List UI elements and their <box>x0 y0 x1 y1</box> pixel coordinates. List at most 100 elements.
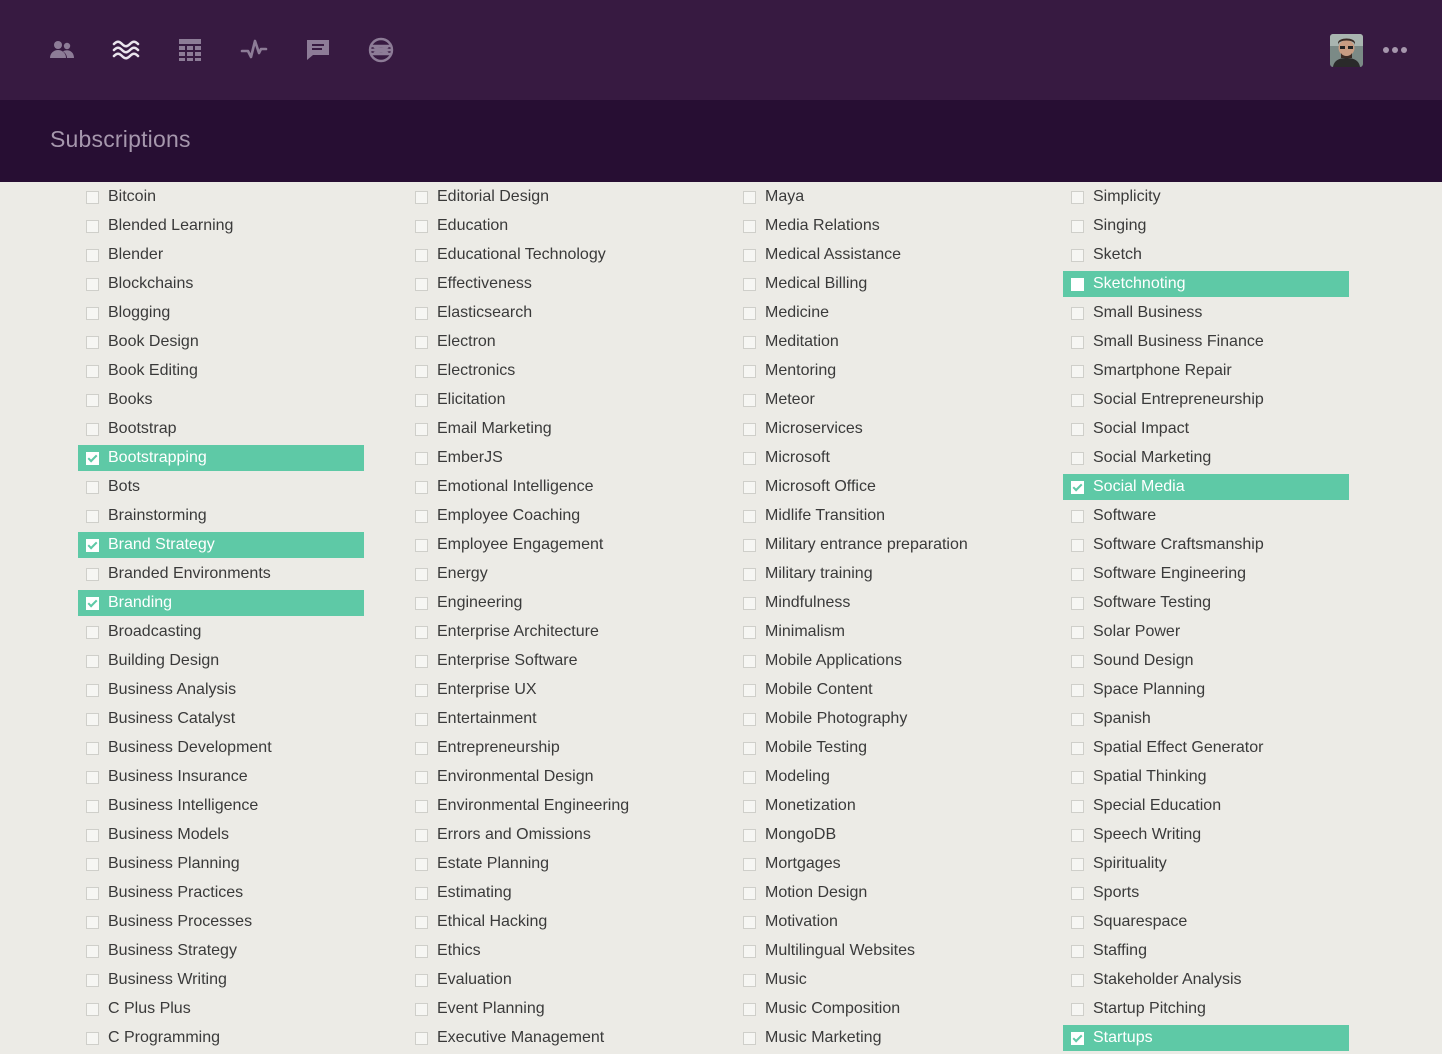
checkbox[interactable] <box>86 306 99 320</box>
checkbox[interactable] <box>415 712 428 726</box>
checkbox[interactable] <box>743 683 756 697</box>
checkbox[interactable] <box>415 654 428 668</box>
subscription-item[interactable]: Building Design <box>78 648 364 674</box>
subscription-item[interactable]: Business Intelligence <box>78 793 364 819</box>
checkbox[interactable] <box>415 683 428 697</box>
checkbox[interactable] <box>86 828 99 842</box>
checkbox[interactable] <box>743 596 756 610</box>
checkbox[interactable] <box>743 828 756 842</box>
subscription-item[interactable]: Space Planning <box>1063 677 1349 703</box>
subscription-item[interactable]: Entrepreneurship <box>407 735 693 761</box>
subscription-item[interactable]: MongoDB <box>735 822 1021 848</box>
checkbox[interactable] <box>415 335 428 349</box>
checkbox[interactable] <box>415 306 428 320</box>
checkbox[interactable] <box>415 248 428 262</box>
subscription-item[interactable]: Mobile Applications <box>735 648 1021 674</box>
subscription-item[interactable]: Sound Design <box>1063 648 1349 674</box>
subscription-item[interactable]: Blended Learning <box>78 213 364 239</box>
subscription-item[interactable]: Social Entrepreneurship <box>1063 387 1349 413</box>
checkbox[interactable] <box>1071 944 1084 958</box>
checkbox[interactable] <box>86 567 99 581</box>
subscription-item[interactable]: Environmental Engineering <box>407 793 693 819</box>
checkbox[interactable] <box>1071 219 1084 233</box>
subscription-item[interactable]: Education <box>407 213 693 239</box>
checkbox[interactable] <box>86 712 99 726</box>
checkbox[interactable] <box>743 886 756 900</box>
subscription-item[interactable]: Entertainment <box>407 706 693 732</box>
checkbox[interactable] <box>86 509 99 523</box>
subscription-item[interactable]: Bitcoin <box>78 184 364 210</box>
subscription-item[interactable]: Bootstrapping <box>78 445 364 471</box>
subscription-item[interactable]: Brainstorming <box>78 503 364 529</box>
checkbox[interactable] <box>415 422 428 436</box>
checkbox[interactable] <box>415 1031 428 1045</box>
checkbox[interactable] <box>743 625 756 639</box>
checkbox[interactable] <box>743 219 756 233</box>
subscription-item[interactable]: Sketchnoting <box>1063 271 1349 297</box>
checked-checkbox[interactable] <box>86 596 99 610</box>
checkbox[interactable] <box>1071 509 1084 523</box>
checkbox[interactable] <box>1071 828 1084 842</box>
checkbox[interactable] <box>86 364 99 378</box>
subscription-item[interactable]: Spatial Thinking <box>1063 764 1349 790</box>
checkbox[interactable] <box>743 654 756 668</box>
checkbox[interactable] <box>1071 625 1084 639</box>
checkbox[interactable] <box>743 480 756 494</box>
waves-icon[interactable] <box>110 34 142 66</box>
subscription-item[interactable]: Spatial Effect Generator <box>1063 735 1349 761</box>
checkbox[interactable] <box>1071 422 1084 436</box>
checkbox[interactable] <box>86 277 99 291</box>
checkbox[interactable] <box>415 886 428 900</box>
checkbox[interactable] <box>86 1002 99 1016</box>
subscription-item[interactable]: Errors and Omissions <box>407 822 693 848</box>
checkbox[interactable] <box>415 190 428 204</box>
checkbox[interactable] <box>743 712 756 726</box>
subscription-item[interactable]: Editorial Design <box>407 184 693 210</box>
checkbox[interactable] <box>1071 857 1084 871</box>
subscription-item[interactable]: Motion Design <box>735 880 1021 906</box>
subscription-item[interactable]: Solar Power <box>1063 619 1349 645</box>
subscription-item[interactable]: Social Media <box>1063 474 1349 500</box>
checkbox[interactable] <box>415 741 428 755</box>
checkbox[interactable] <box>415 944 428 958</box>
checked-checkbox[interactable] <box>1071 1031 1084 1045</box>
subscription-item[interactable]: Maya <box>735 184 1021 210</box>
subscription-item[interactable]: Music Composition <box>735 996 1021 1022</box>
subscription-item[interactable]: Meteor <box>735 387 1021 413</box>
checkbox[interactable] <box>1071 335 1084 349</box>
subscription-item[interactable]: Business Planning <box>78 851 364 877</box>
checkbox[interactable] <box>743 393 756 407</box>
subscription-item[interactable]: Motivation <box>735 909 1021 935</box>
checkbox[interactable] <box>743 451 756 465</box>
subscription-item[interactable]: Stakeholder Analysis <box>1063 967 1349 993</box>
subscription-item[interactable]: Book Design <box>78 329 364 355</box>
checkbox[interactable] <box>86 654 99 668</box>
subscription-item[interactable]: Employee Coaching <box>407 503 693 529</box>
checkbox[interactable] <box>1071 306 1084 320</box>
checkbox[interactable] <box>1071 741 1084 755</box>
checkbox[interactable] <box>1071 190 1084 204</box>
subscription-item[interactable]: Social Impact <box>1063 416 1349 442</box>
checkbox[interactable] <box>86 480 99 494</box>
checkbox[interactable] <box>743 248 756 262</box>
subscription-item[interactable]: Mentoring <box>735 358 1021 384</box>
subscription-item[interactable]: Event Planning <box>407 996 693 1022</box>
checkbox[interactable] <box>743 422 756 436</box>
subscription-item[interactable]: Smartphone Repair <box>1063 358 1349 384</box>
checkbox[interactable] <box>86 1031 99 1045</box>
checkbox[interactable] <box>86 741 99 755</box>
checkbox[interactable] <box>415 567 428 581</box>
subscription-item[interactable]: Social Marketing <box>1063 445 1349 471</box>
checkbox[interactable] <box>415 277 428 291</box>
subscription-item[interactable]: Midlife Transition <box>735 503 1021 529</box>
subscription-item[interactable]: Business Strategy <box>78 938 364 964</box>
subscription-item[interactable]: Energy <box>407 561 693 587</box>
checkbox[interactable] <box>86 422 99 436</box>
subscription-item[interactable]: Environmental Design <box>407 764 693 790</box>
subscription-item[interactable]: Multilingual Websites <box>735 938 1021 964</box>
checkbox[interactable] <box>1071 393 1084 407</box>
checkbox[interactable] <box>415 770 428 784</box>
checkbox[interactable] <box>743 915 756 929</box>
subscription-item[interactable]: Business Processes <box>78 909 364 935</box>
checkbox[interactable] <box>415 915 428 929</box>
